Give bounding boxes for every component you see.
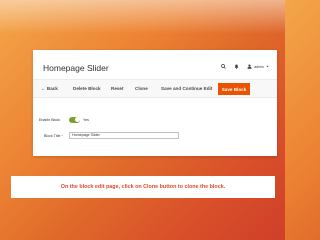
enable-block-value: Yes (83, 118, 89, 122)
clone-button[interactable]: Clone (135, 86, 148, 91)
delete-block-button[interactable]: Delete Block (73, 86, 101, 91)
search-icon[interactable] (221, 64, 226, 69)
user-name: admin (254, 64, 264, 69)
toggle-knob (74, 117, 80, 122)
reset-button[interactable]: Reset (111, 86, 124, 91)
bell-icon[interactable] (234, 64, 239, 69)
user-menu[interactable]: admin (247, 64, 269, 69)
header-actions: admin (221, 64, 269, 69)
required-mark: * (61, 134, 63, 138)
background-band (0, 0, 285, 34)
back-button[interactable]: ← Back (41, 86, 58, 91)
block-title-label-text: Block Title (44, 134, 61, 138)
save-block-button[interactable]: Save Block (218, 83, 250, 95)
user-icon (247, 64, 252, 69)
chevron-down-icon (266, 65, 269, 68)
caption-text: On the block edit page, click on Clone b… (60, 184, 226, 190)
page-actions-toolbar: ← Back Delete Block Reset Clone Save and… (33, 79, 277, 98)
enable-block-label: Enable Block (39, 118, 60, 122)
instruction-caption: On the block edit page, click on Clone b… (11, 176, 275, 198)
page-title: Homepage Slider (43, 63, 109, 73)
block-title-input[interactable]: Homepage Slider (69, 131, 179, 139)
admin-screen: Homepage Slider admin ← Back Delete Bloc… (33, 50, 277, 156)
block-title-label: Block Title * (44, 134, 63, 138)
save-and-continue-button[interactable]: Save and Continue Edit (161, 86, 212, 91)
enable-block-toggle[interactable] (69, 116, 80, 123)
